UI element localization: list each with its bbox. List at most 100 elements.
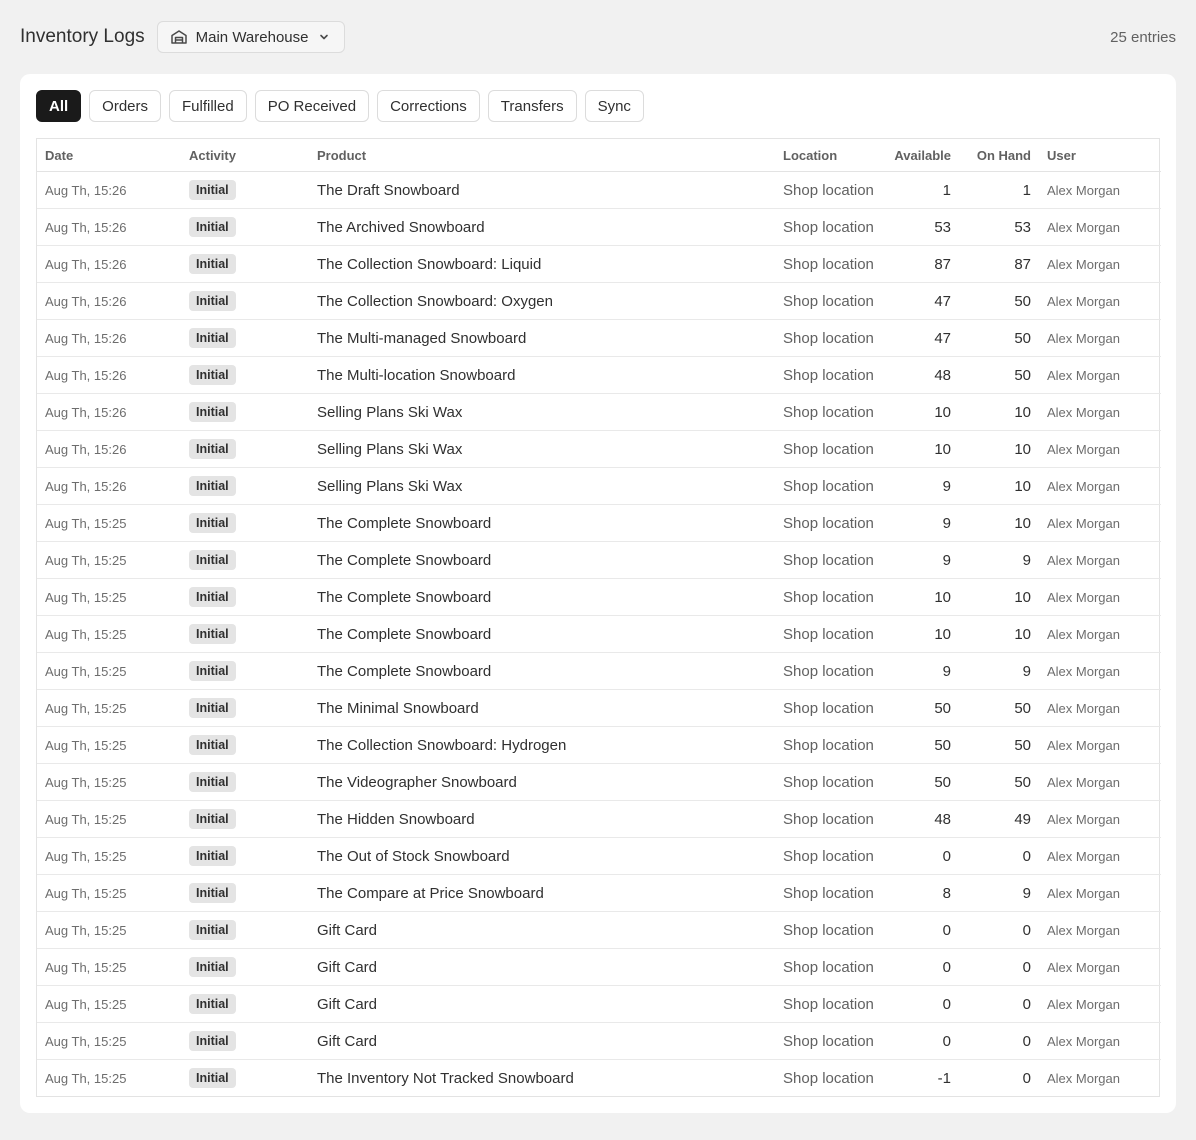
table-row[interactable]: Aug Th, 15:25 Initial Gift Card Shop locati… (37, 948, 1161, 986)
column-header-location[interactable]: Location (775, 139, 885, 172)
row-product[interactable]: The Out of Stock Snowboard (309, 837, 775, 875)
row-on-hand: 0 (959, 837, 1039, 875)
row-user: Alex Morgan (1039, 948, 1161, 986)
tab-transfers[interactable]: Transfers (487, 90, 577, 122)
table-row[interactable]: Aug Th, 15:25 Initial The Minimal Snowboar… (37, 689, 1161, 727)
table-row[interactable]: Aug Th, 15:26 Initial Selling Plans Ski Wa… (37, 393, 1161, 431)
table-row[interactable]: Aug Th, 15:26 Initial The Collection Snowb… (37, 282, 1161, 320)
tab-fulfilled[interactable]: Fulfilled (169, 90, 247, 122)
row-product[interactable]: The Complete Snowboard (309, 504, 775, 542)
tab-all[interactable]: All (36, 90, 82, 122)
table-row[interactable]: Aug Th, 15:25 Initial Gift Card Shop locati… (37, 1022, 1161, 1060)
table-row[interactable]: Aug Th, 15:25 Initial The Inventory Not Tr… (37, 1060, 1161, 1097)
row-product[interactable]: The Collection Snowboard: Oxygen (309, 282, 775, 320)
row-product[interactable]: Gift Card (309, 948, 775, 986)
row-product[interactable]: Selling Plans Ski Wax (309, 393, 775, 431)
row-product[interactable]: The Multi-managed Snowboard (309, 319, 775, 357)
row-activity: Initial (181, 319, 309, 357)
table-row[interactable]: Aug Th, 15:25 Initial The Videographer Sno… (37, 763, 1161, 801)
tab-corrections[interactable]: Corrections (377, 90, 480, 122)
table-row[interactable]: Aug Th, 15:26 Initial The Archived Snowboa… (37, 208, 1161, 246)
row-user: Alex Morgan (1039, 615, 1161, 653)
table-row[interactable]: Aug Th, 15:25 Initial The Hidden Snowboard… (37, 800, 1161, 838)
row-on-hand: 50 (959, 356, 1039, 394)
row-user: Alex Morgan (1039, 689, 1161, 727)
row-available: 0 (885, 985, 959, 1023)
table-row[interactable]: Aug Th, 15:25 Initial The Compare at Price… (37, 874, 1161, 912)
row-on-hand: 50 (959, 726, 1039, 764)
table-row[interactable]: Aug Th, 15:26 Initial The Multi-managed Sn… (37, 319, 1161, 357)
tab-po-received[interactable]: PO Received (254, 90, 370, 122)
activity-badge: Initial (189, 1068, 236, 1088)
row-product[interactable]: The Minimal Snowboard (309, 689, 775, 727)
row-available: 8 (885, 874, 959, 912)
column-header-on-hand[interactable]: On Hand (959, 139, 1039, 172)
table-row[interactable]: Aug Th, 15:25 Initial The Collection Snowb… (37, 726, 1161, 764)
row-available: 0 (885, 837, 959, 875)
table-row[interactable]: Aug Th, 15:25 Initial The Complete Snowboa… (37, 578, 1161, 616)
row-location: Shop location (775, 208, 885, 246)
row-date: Aug Th, 15:25 (37, 578, 181, 616)
table-row[interactable]: Aug Th, 15:25 Initial The Complete Snowboa… (37, 541, 1161, 579)
row-product[interactable]: The Complete Snowboard (309, 615, 775, 653)
row-product[interactable]: The Hidden Snowboard (309, 800, 775, 838)
row-location: Shop location (775, 282, 885, 320)
table-row[interactable]: Aug Th, 15:26 Initial Selling Plans Ski Wa… (37, 430, 1161, 468)
row-product[interactable]: The Multi-location Snowboard (309, 356, 775, 394)
row-product[interactable]: The Collection Snowboard: Liquid (309, 245, 775, 283)
row-product[interactable]: The Collection Snowboard: Hydrogen (309, 726, 775, 764)
table-row[interactable]: Aug Th, 15:25 Initial Gift Card Shop locati… (37, 985, 1161, 1023)
row-product[interactable]: The Videographer Snowboard (309, 763, 775, 801)
row-activity: Initial (181, 911, 309, 949)
row-product[interactable]: The Complete Snowboard (309, 652, 775, 690)
row-activity: Initial (181, 615, 309, 653)
row-on-hand: 87 (959, 245, 1039, 283)
row-location: Shop location (775, 948, 885, 986)
row-product[interactable]: The Complete Snowboard (309, 578, 775, 616)
row-product[interactable]: Gift Card (309, 1022, 775, 1060)
table-row[interactable]: Aug Th, 15:26 Initial Selling Plans Ski Wa… (37, 467, 1161, 505)
row-activity: Initial (181, 356, 309, 394)
row-product[interactable]: Selling Plans Ski Wax (309, 430, 775, 468)
row-product[interactable]: The Inventory Not Tracked Snowboard (309, 1060, 775, 1097)
row-product[interactable]: Selling Plans Ski Wax (309, 467, 775, 505)
activity-badge: Initial (189, 624, 236, 644)
tab-sync[interactable]: Sync (584, 90, 644, 122)
row-product[interactable]: Gift Card (309, 985, 775, 1023)
row-location: Shop location (775, 985, 885, 1023)
table-row[interactable]: Aug Th, 15:25 Initial The Out of Stock Sno… (37, 837, 1161, 875)
row-available: 50 (885, 689, 959, 727)
row-user: Alex Morgan (1039, 393, 1161, 431)
row-product[interactable]: The Complete Snowboard (309, 541, 775, 579)
row-product[interactable]: Gift Card (309, 911, 775, 949)
row-available: 48 (885, 356, 959, 394)
row-product[interactable]: The Archived Snowboard (309, 208, 775, 246)
table-row[interactable]: Aug Th, 15:26 Initial The Draft Snowboard S… (37, 171, 1161, 209)
table-row[interactable]: Aug Th, 15:25 Initial Gift Card Shop locati… (37, 911, 1161, 949)
table-row[interactable]: Aug Th, 15:25 Initial The Complete Snowboa… (37, 652, 1161, 690)
activity-badge: Initial (189, 550, 236, 570)
table-row[interactable]: Aug Th, 15:25 Initial The Complete Snowboa… (37, 615, 1161, 653)
row-location: Shop location (775, 430, 885, 468)
table-row[interactable]: Aug Th, 15:26 Initial The Multi-location S… (37, 356, 1161, 394)
logs-card: All Orders Fulfilled PO Received Correct… (20, 74, 1176, 1113)
table-row[interactable]: Aug Th, 15:26 Initial The Collection Snowb… (37, 245, 1161, 283)
row-date: Aug Th, 15:25 (37, 763, 181, 801)
row-product[interactable]: The Compare at Price Snowboard (309, 874, 775, 912)
row-location: Shop location (775, 726, 885, 764)
column-header-available[interactable]: Available (885, 139, 959, 172)
location-select[interactable]: Main Warehouse (156, 21, 346, 53)
activity-badge: Initial (189, 661, 236, 681)
logs-table: Date Activity Product Location Available… (37, 139, 1161, 1096)
row-product[interactable]: The Draft Snowboard (309, 171, 775, 209)
row-date: Aug Th, 15:25 (37, 911, 181, 949)
tab-orders[interactable]: Orders (89, 90, 162, 122)
row-location: Shop location (775, 356, 885, 394)
table-row[interactable]: Aug Th, 15:25 Initial The Complete Snowboa… (37, 504, 1161, 542)
row-date: Aug Th, 15:25 (37, 689, 181, 727)
column-header-product[interactable]: Product (309, 139, 775, 172)
column-header-activity[interactable]: Activity (181, 139, 309, 172)
row-location: Shop location (775, 763, 885, 801)
column-header-user[interactable]: User (1039, 139, 1161, 172)
column-header-date[interactable]: Date (37, 139, 181, 172)
